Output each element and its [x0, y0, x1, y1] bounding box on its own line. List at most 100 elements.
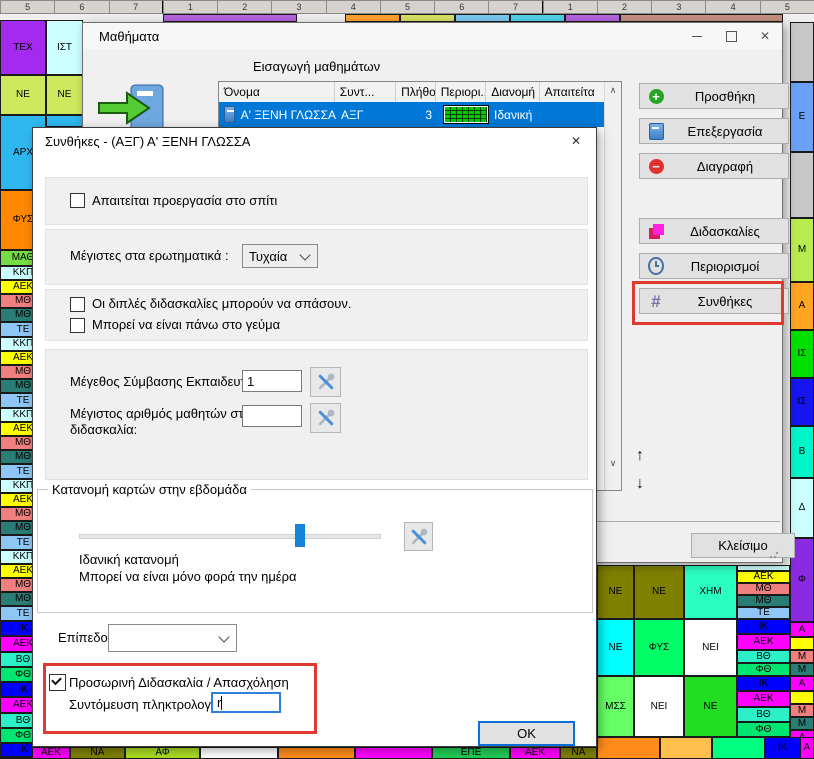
timetable-cell[interactable] — [790, 22, 814, 82]
scroll-up-icon[interactable]: ∧ — [605, 82, 621, 99]
timetable-cell[interactable]: ΝΕ — [684, 676, 737, 737]
teachings-button[interactable]: Διδασκαλίες — [639, 218, 789, 244]
move-down-button[interactable]: ↓ — [636, 475, 644, 493]
delete-lesson-button[interactable]: − Διαγραφή — [639, 153, 789, 179]
timetable-cell[interactable] — [565, 14, 620, 22]
timetable-cell[interactable] — [712, 737, 765, 759]
timetable-cell[interactable]: ΝΕ — [597, 565, 634, 619]
timetable-cell[interactable] — [400, 14, 455, 22]
timetable-cell[interactable]: Α — [790, 622, 814, 637]
lesson-row-selected[interactable]: Α' ΞΕΝΗ ΓΛΩΣΣΑ ΑΞΓ 3 Ιδανική — [219, 102, 605, 127]
level-dropdown[interactable] — [108, 624, 237, 652]
timetable-cell[interactable]: ΕΠΕ — [432, 747, 510, 759]
conditions-titlebar[interactable]: Συνθήκες - (ΑΞΓ) Α' ΞΕΝΗ ΓΛΩΣΣΑ ✕ — [33, 128, 596, 154]
contract-size-tools-button[interactable] — [310, 367, 341, 397]
resize-grip[interactable] — [769, 549, 779, 559]
lessons-titlebar[interactable]: Μαθήματα ✕ — [83, 23, 782, 49]
add-lesson-button[interactable]: + Προσθήκη — [639, 83, 789, 109]
column-header[interactable]: Διανομή — [486, 82, 539, 102]
timetable-cell[interactable]: Μ — [790, 650, 814, 663]
timetable-cell[interactable]: ΑΕΚ — [737, 691, 790, 707]
timetable-cell[interactable]: ΙΚ — [737, 619, 790, 634]
timetable-cell[interactable]: ΑΦ — [125, 747, 200, 759]
timetable-cell[interactable] — [790, 152, 814, 218]
column-header[interactable]: Όνομα — [219, 82, 335, 102]
temporary-checkbox[interactable] — [49, 674, 66, 691]
timetable-cell[interactable]: ΜΘ — [737, 595, 790, 607]
over-lunch-checkbox[interactable] — [70, 318, 85, 333]
conditions-button[interactable]: # Συνθήκες — [639, 288, 789, 314]
timetable-cell[interactable]: ΤΕΧ — [0, 20, 46, 75]
timetable-cell[interactable]: ΒΘ — [737, 650, 790, 663]
timetable-cell[interactable]: Α — [800, 737, 814, 759]
timetable-cell[interactable]: ΝΑ — [70, 747, 125, 759]
max-students-tools-button[interactable] — [310, 403, 341, 433]
timetable-cell[interactable]: ΝΕΙ — [634, 676, 684, 737]
timetable-cell[interactable]: ΦΘ — [737, 663, 790, 676]
timetable-cell[interactable]: ΜΣΣ — [597, 676, 634, 737]
column-header[interactable]: Πλήθος — [396, 82, 436, 102]
timetable-cell[interactable]: ΙΚ — [765, 737, 800, 759]
shortcut-input[interactable]: r — [211, 692, 281, 713]
timetable-cell[interactable] — [163, 14, 297, 22]
column-header[interactable]: Περιορι... — [436, 82, 486, 102]
timetable-cell[interactable] — [345, 14, 400, 22]
timetable-cell[interactable] — [620, 14, 783, 22]
timetable-cell[interactable] — [790, 637, 814, 650]
minimize-button[interactable] — [680, 23, 714, 49]
timetable-cell[interactable]: ΝΕΙ — [684, 619, 737, 676]
timetable-cell[interactable]: ΙΣΤ — [46, 20, 83, 75]
timetable-cell[interactable]: ΜΘ — [737, 583, 790, 595]
distribution-tools-button[interactable] — [404, 522, 433, 551]
timetable-cell[interactable]: ΒΘ — [737, 707, 790, 722]
restrictions-button[interactable]: Περιορισμοί — [639, 253, 789, 279]
max-questions-dropdown[interactable]: Τυχαία — [242, 244, 318, 268]
timetable-cell[interactable] — [200, 747, 278, 759]
move-up-button[interactable]: ↑ — [636, 447, 644, 465]
timetable-cell[interactable]: Δ — [790, 478, 814, 538]
column-header[interactable]: Συντ... — [335, 82, 396, 102]
timetable-cell[interactable]: ΑΕΚ — [510, 747, 560, 759]
homework-checkbox[interactable] — [70, 193, 85, 208]
close-lessons-button[interactable]: Κλείσιμο — [691, 533, 795, 558]
timetable-cell[interactable]: ΙΣ — [790, 330, 814, 378]
timetable-cell[interactable]: ΦΥΣ — [634, 619, 684, 676]
timetable-cell[interactable] — [597, 737, 660, 759]
edit-lesson-button[interactable]: Επεξεργασία — [639, 118, 789, 144]
timetable-cell[interactable] — [510, 14, 565, 22]
timetable-cell[interactable]: Α — [790, 282, 814, 330]
timetable-cell[interactable] — [455, 14, 510, 22]
timetable-cell[interactable] — [46, 115, 83, 127]
double-break-checkbox[interactable] — [70, 297, 85, 312]
distribution-slider-track[interactable] — [79, 534, 381, 539]
timetable-cell[interactable]: ΙΣ — [790, 378, 814, 426]
timetable-cell[interactable]: Ε — [790, 82, 814, 152]
distribution-slider-thumb[interactable] — [295, 524, 305, 547]
timetable-cell[interactable]: ΝΕ — [634, 565, 684, 619]
timetable-cell[interactable]: Μ — [790, 704, 814, 717]
timetable-cell[interactable]: ΦΘ — [737, 722, 790, 737]
timetable-cell[interactable]: ΙΚ — [737, 676, 790, 691]
timetable-cell[interactable]: ΝΕ — [46, 75, 83, 115]
max-students-input[interactable] — [242, 405, 302, 427]
timetable-cell[interactable]: ΝΕ — [0, 75, 46, 115]
close-window-button[interactable]: ✕ — [748, 23, 782, 49]
timetable-cell[interactable]: ΑΕΚ — [737, 571, 790, 583]
timetable-cell[interactable]: ΑΕΚ — [737, 634, 790, 650]
timetable-cell[interactable]: ΝΑ — [560, 747, 597, 759]
timetable-cell[interactable]: ΝΕ — [597, 619, 634, 676]
list-scrollbar[interactable]: ∧ ∨ — [604, 82, 621, 490]
column-header[interactable]: Απαιτείτα — [540, 82, 605, 102]
timetable-cell[interactable]: ΤΕ — [737, 607, 790, 619]
close-dialog-button[interactable]: ✕ — [556, 128, 596, 154]
timetable-cell[interactable]: Μ — [790, 717, 814, 730]
timetable-cell[interactable]: Μ — [790, 663, 814, 676]
scroll-down-icon[interactable]: ∨ — [605, 455, 621, 472]
timetable-cell[interactable]: ΧΗΜ — [684, 565, 737, 619]
timetable-cell[interactable]: Β — [790, 426, 814, 478]
timetable-cell[interactable] — [790, 691, 814, 704]
timetable-cell[interactable] — [660, 737, 712, 759]
timetable-cell[interactable] — [355, 747, 432, 759]
timetable-cell[interactable]: Μ — [790, 218, 814, 282]
timetable-cell[interactable] — [278, 747, 355, 759]
